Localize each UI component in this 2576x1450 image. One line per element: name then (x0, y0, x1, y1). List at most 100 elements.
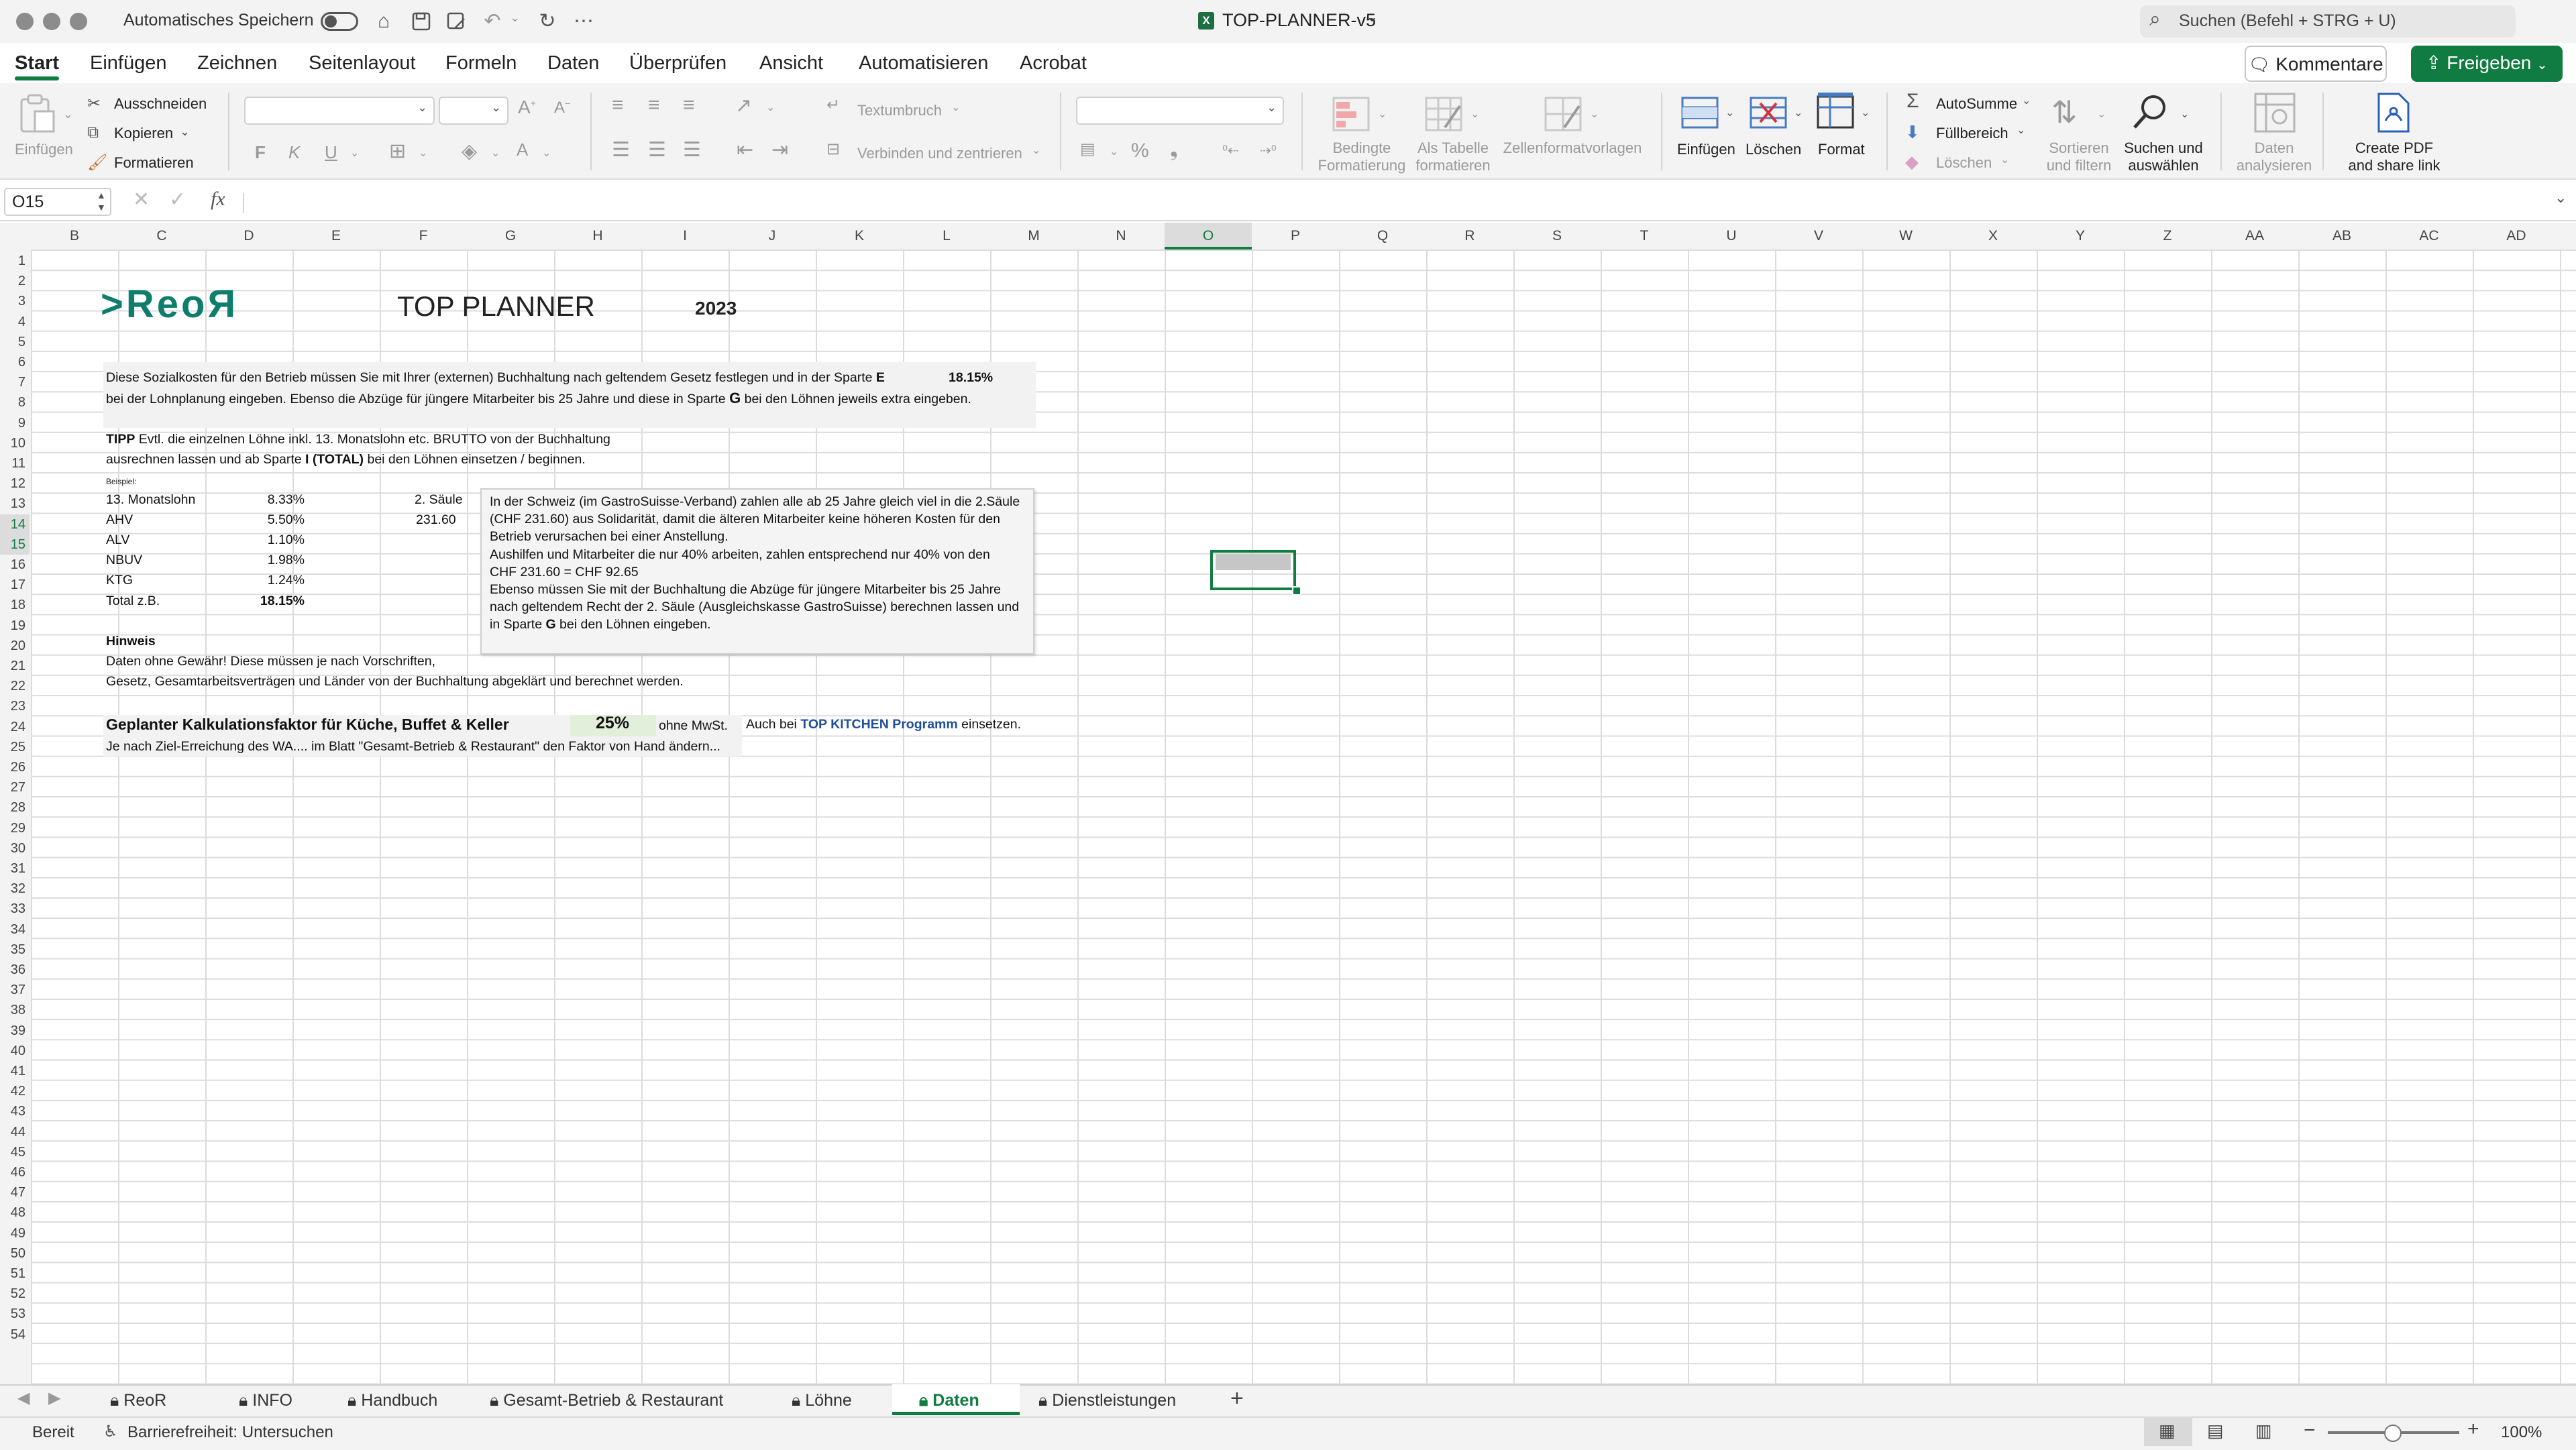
currency-chevron-icon[interactable]: ⌄ (1110, 145, 1118, 158)
bold-button[interactable]: F (255, 142, 266, 163)
item-value-1[interactable]: 5.50% (221, 512, 305, 528)
paste-chevron-down-icon[interactable]: ⌄ (63, 107, 73, 121)
sheet-tab-daten[interactable]: 🔒︎ Daten (919, 1387, 979, 1414)
align-middle-icon[interactable]: ≡ (648, 94, 660, 117)
item-value-4[interactable]: 1.24% (221, 572, 305, 588)
borders-icon[interactable]: ⊞ (389, 140, 406, 163)
create-pdf-label-2[interactable]: and share link (2337, 157, 2451, 174)
conditional-format-label-2[interactable]: Formatierung (1313, 157, 1410, 174)
page-break-view-icon[interactable]: ▥ (2255, 1420, 2272, 1441)
hint-title[interactable]: Hinweis (106, 633, 156, 649)
home-icon[interactable]: ⌂ (370, 8, 397, 35)
title-chevron-down-icon[interactable]: ⌄ (1366, 8, 1378, 25)
decrease-indent-icon[interactable]: ⇤ (737, 138, 753, 162)
tab-acrobat[interactable]: Acrobat (1020, 48, 1087, 78)
row-header[interactable]: 44 (0, 1122, 25, 1142)
font-color-chevron-icon[interactable]: ⌄ (542, 146, 551, 160)
clear-button[interactable]: Löschen (1936, 154, 1992, 172)
decrease-decimal-icon[interactable]: ⇢⁰ (1260, 142, 1277, 159)
tab-automatisieren[interactable]: Automatisieren (859, 48, 988, 78)
align-top-icon[interactable]: ≡ (612, 94, 624, 117)
row-header[interactable]: 38 (0, 1000, 25, 1020)
example-label[interactable]: Beispiel: (106, 473, 136, 490)
row-header[interactable]: 47 (0, 1182, 25, 1203)
tab-daten[interactable]: Daten (547, 48, 599, 78)
insert-cells-button[interactable]: Einfügen (1677, 141, 1735, 158)
row-header[interactable]: 22 (0, 676, 25, 696)
row-header[interactable]: 33 (0, 899, 25, 919)
sort-filter-label-2[interactable]: und filtern (2039, 157, 2118, 174)
paste-label[interactable]: Einfügen (15, 141, 73, 158)
formula-expand-icon[interactable]: ⌄ (2555, 189, 2567, 207)
create-pdf-icon[interactable] (2375, 91, 2412, 137)
format-as-table-label-1[interactable]: Als Tabelle (1411, 140, 1495, 157)
item-label-1[interactable]: AHV (106, 512, 133, 528)
row-header[interactable]: 12 (0, 473, 25, 494)
merge-center-button[interactable]: Verbinden und zentrieren (857, 145, 1022, 162)
font-name-chevron-icon[interactable]: ⌄ (417, 101, 427, 115)
italic-button[interactable]: K (288, 142, 300, 163)
cut-button[interactable]: Ausschneiden (114, 95, 207, 113)
number-format-chevron-icon[interactable]: ⌄ (1267, 101, 1277, 115)
zoom-level[interactable]: 100% (2501, 1423, 2542, 1442)
accessibility-status[interactable]: Barrierefreiheit: Untersuchen (127, 1423, 333, 1442)
row-header[interactable]: 37 (0, 980, 25, 1000)
name-box[interactable]: O15 (4, 188, 111, 216)
row-header[interactable]: 6 (0, 352, 25, 372)
cancel-icon[interactable]: ✕ (133, 188, 150, 211)
row-header[interactable]: 10 (0, 433, 25, 453)
page-layout-view-icon[interactable]: ▤ (2207, 1420, 2224, 1441)
orientation-icon[interactable]: ↗ (735, 94, 752, 117)
cell-styles-label[interactable]: Zellenformatvorlagen (1499, 140, 1646, 157)
zoom-out-icon[interactable]: − (2304, 1419, 2316, 1442)
row-header[interactable]: 21 (0, 656, 25, 676)
column-header[interactable]: AD (2473, 223, 2560, 249)
name-box-stepper-icon[interactable]: ▲ ▼ (97, 189, 106, 213)
row-header[interactable]: 46 (0, 1162, 25, 1182)
item-value-3[interactable]: 1.98% (221, 552, 305, 568)
fill-handle[interactable] (1292, 586, 1301, 596)
redo-icon[interactable]: ↻ (534, 8, 561, 35)
item-value-2[interactable]: 1.10% (221, 532, 305, 548)
row-header[interactable]: 53 (0, 1304, 25, 1324)
row-header[interactable]: 48 (0, 1203, 25, 1223)
column-header[interactable]: T (1601, 223, 1688, 249)
column-header[interactable]: E (292, 223, 380, 249)
delete-cells-button[interactable]: Löschen (1746, 141, 1801, 158)
paste-icon[interactable] (19, 93, 56, 137)
row-header[interactable]: 7 (0, 372, 25, 392)
row-header[interactable]: 30 (0, 838, 25, 858)
column-header[interactable]: AB (2298, 223, 2385, 249)
item-label-5[interactable]: Total z.B. (106, 593, 160, 609)
sheet-tab-handbuch[interactable]: 🔒︎ Handbuch (347, 1387, 437, 1414)
row-header[interactable]: 9 (0, 413, 25, 433)
row-header[interactable]: 16 (0, 555, 25, 575)
autosum-button[interactable]: AutoSumme (1936, 95, 2017, 113)
factor-hint[interactable]: Je nach Ziel-Erreichung des WA.... im Bl… (106, 738, 720, 755)
row-header[interactable]: 19 (0, 616, 25, 636)
cell-styles-icon[interactable] (1544, 97, 1582, 135)
column-header[interactable]: F (380, 223, 467, 249)
row-header[interactable]: 39 (0, 1021, 25, 1041)
cell-styles-chevron-icon[interactable]: ⌄ (1590, 107, 1599, 121)
row-header[interactable]: 26 (0, 757, 25, 777)
cell-b9[interactable]: ausrechnen lassen und ab Sparte I (TOTAL… (106, 451, 586, 467)
hint-line-2[interactable]: Gesetz, Gesamtarbeitsverträgen und Lände… (106, 673, 684, 689)
row-header[interactable]: 45 (0, 1142, 25, 1162)
item-value-5[interactable]: 18.15% (221, 593, 305, 609)
insert-cells-icon[interactable] (1680, 94, 1720, 135)
sheet-tab-gesamt-betrieb[interactable]: 🔒︎ Gesamt-Betrieb & Restaurant (490, 1387, 723, 1414)
row-header[interactable]: 1 (0, 251, 25, 271)
column-header[interactable]: N (1077, 223, 1165, 249)
conditional-format-icon[interactable] (1332, 97, 1370, 135)
column-header[interactable]: O (1165, 223, 1252, 249)
find-select-chevron-icon[interactable]: ⌄ (2180, 107, 2189, 121)
column-header[interactable]: J (729, 223, 816, 249)
row-header[interactable]: 42 (0, 1081, 25, 1101)
zoom-slider-thumb[interactable] (2384, 1425, 2402, 1442)
fill-color-icon[interactable]: ◈ (462, 140, 477, 163)
normal-view-icon[interactable]: ▦ (2159, 1420, 2176, 1441)
hint-line-1[interactable]: Daten ohne Gewähr! Diese müssen je nach … (106, 653, 435, 669)
calc-factor-label[interactable]: Geplanter Kalkulationsfaktor für Küche, … (106, 716, 509, 732)
conditional-format-chevron-icon[interactable]: ⌄ (1378, 107, 1387, 121)
